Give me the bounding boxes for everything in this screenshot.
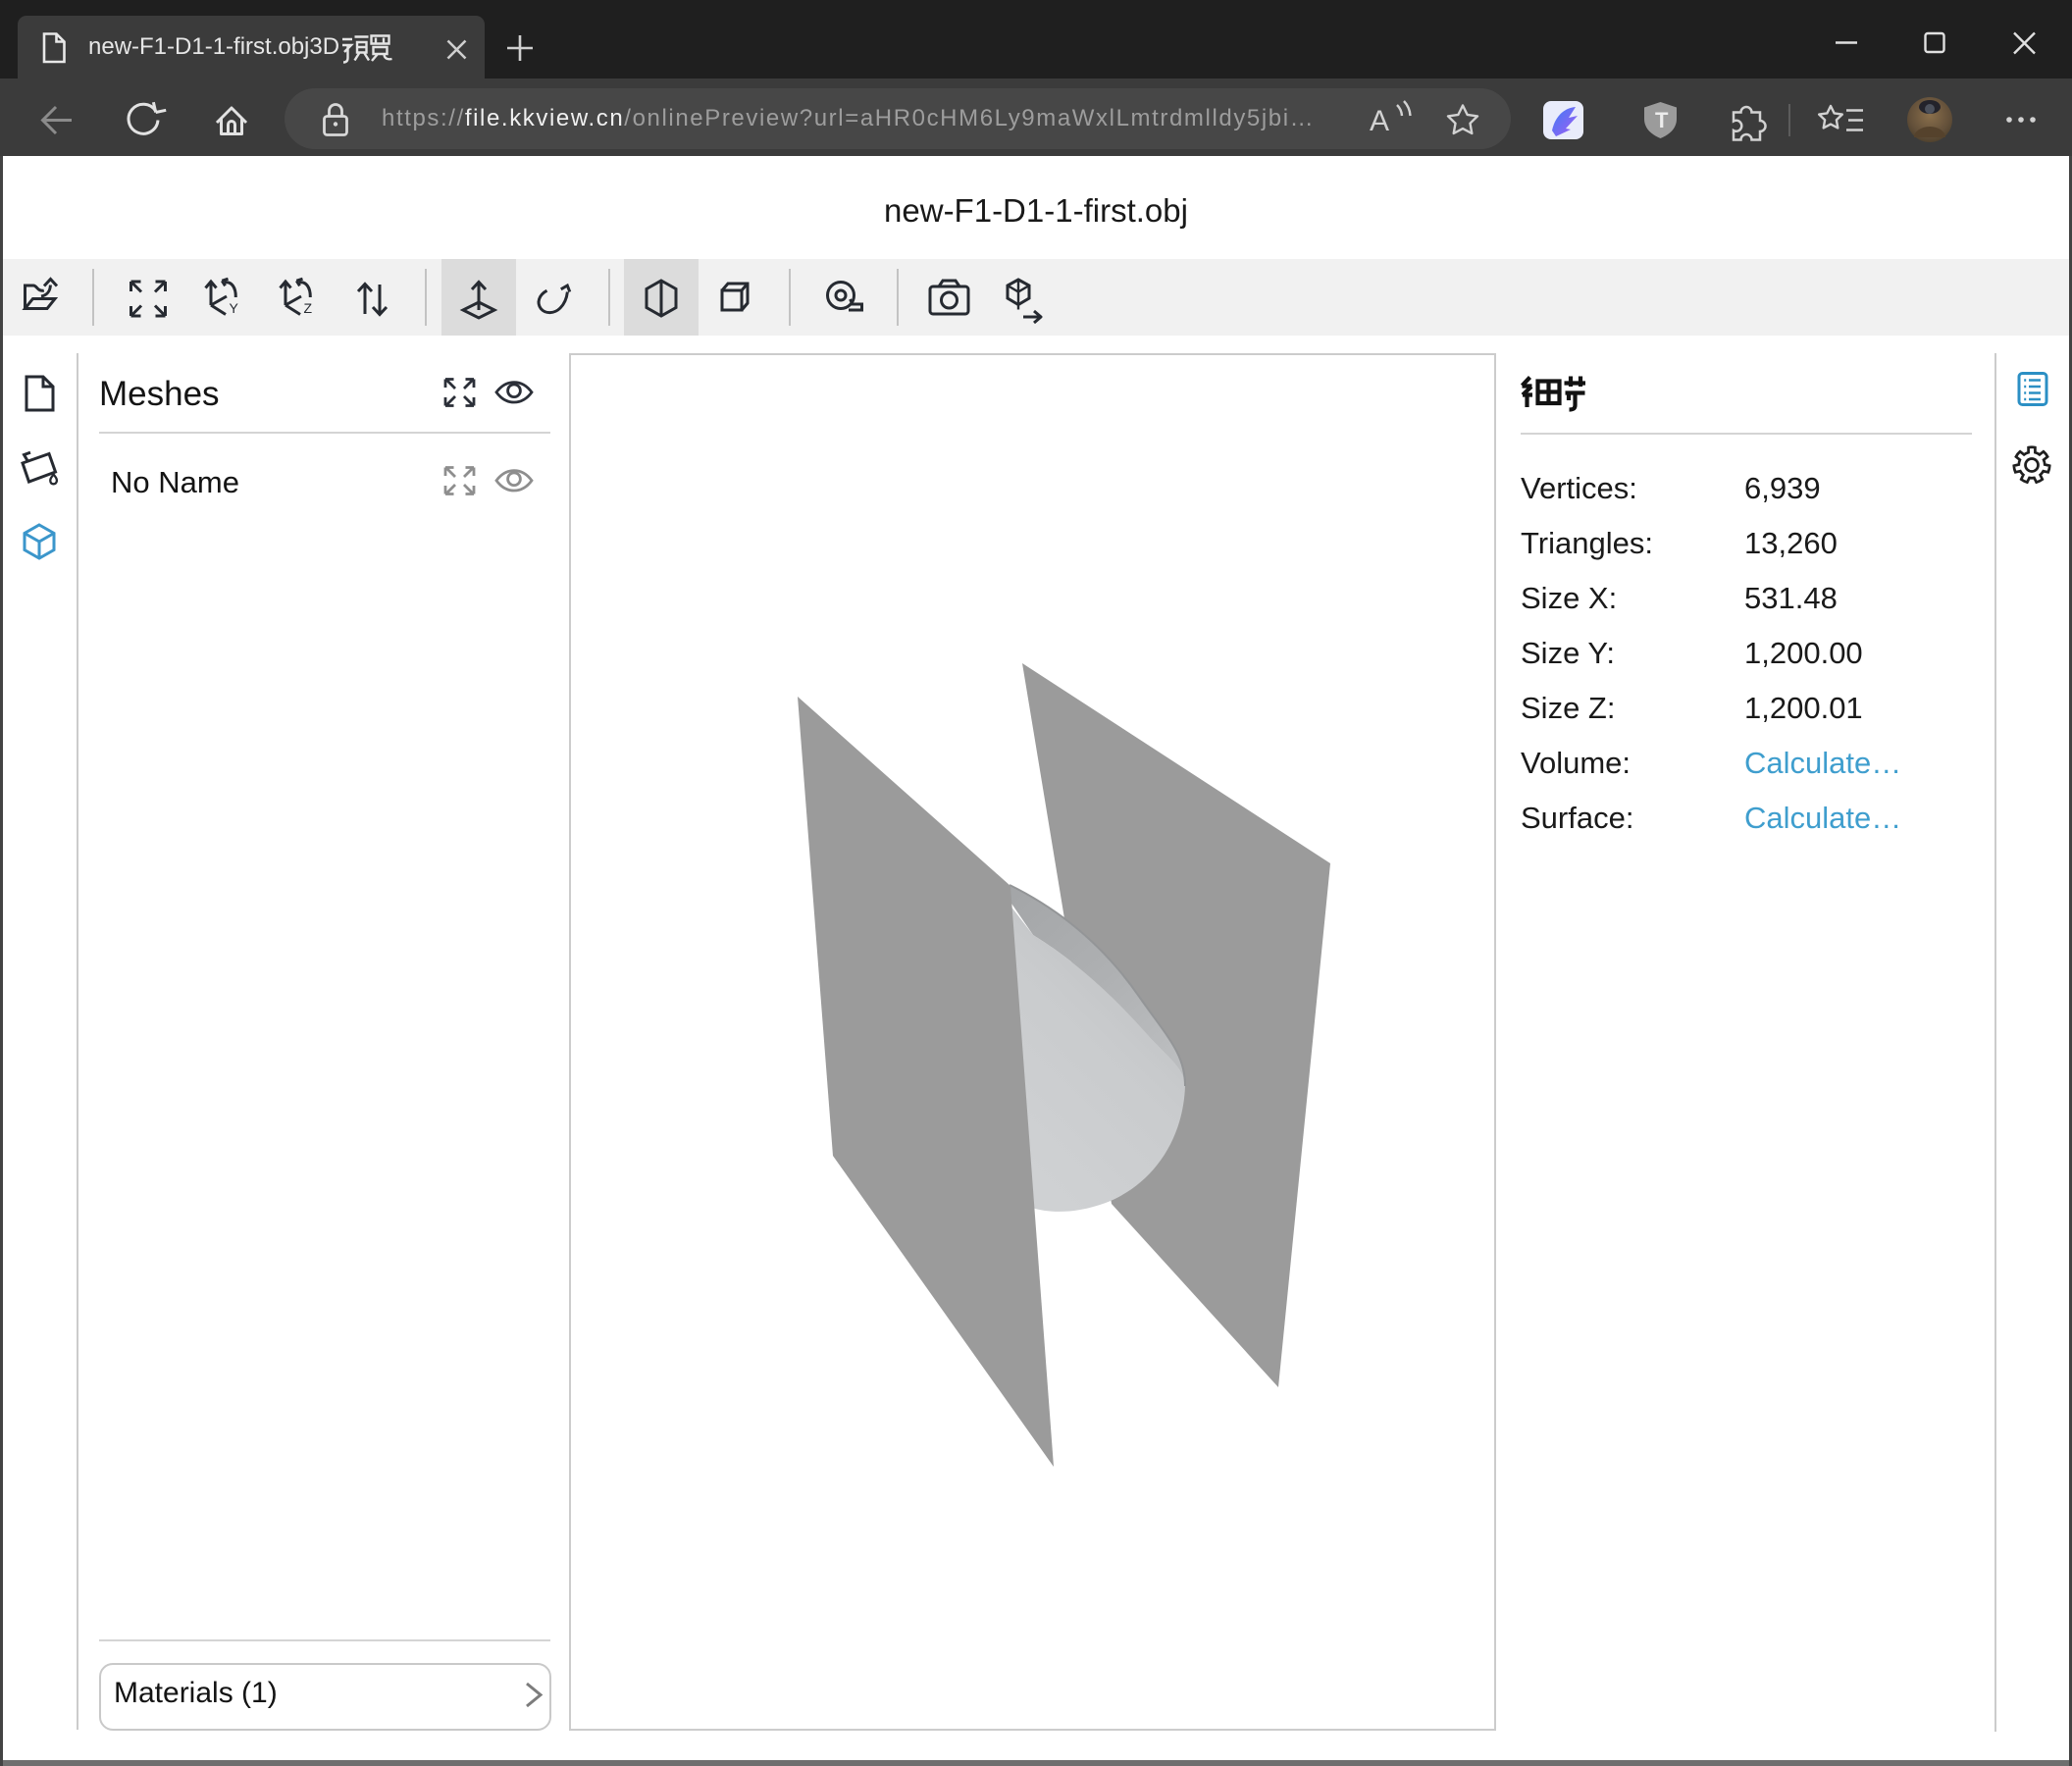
svg-text:Y: Y [230, 300, 239, 316]
svg-text:A: A [1370, 105, 1389, 137]
svg-text:Z: Z [304, 300, 313, 316]
svg-text:T: T [1655, 108, 1669, 132]
